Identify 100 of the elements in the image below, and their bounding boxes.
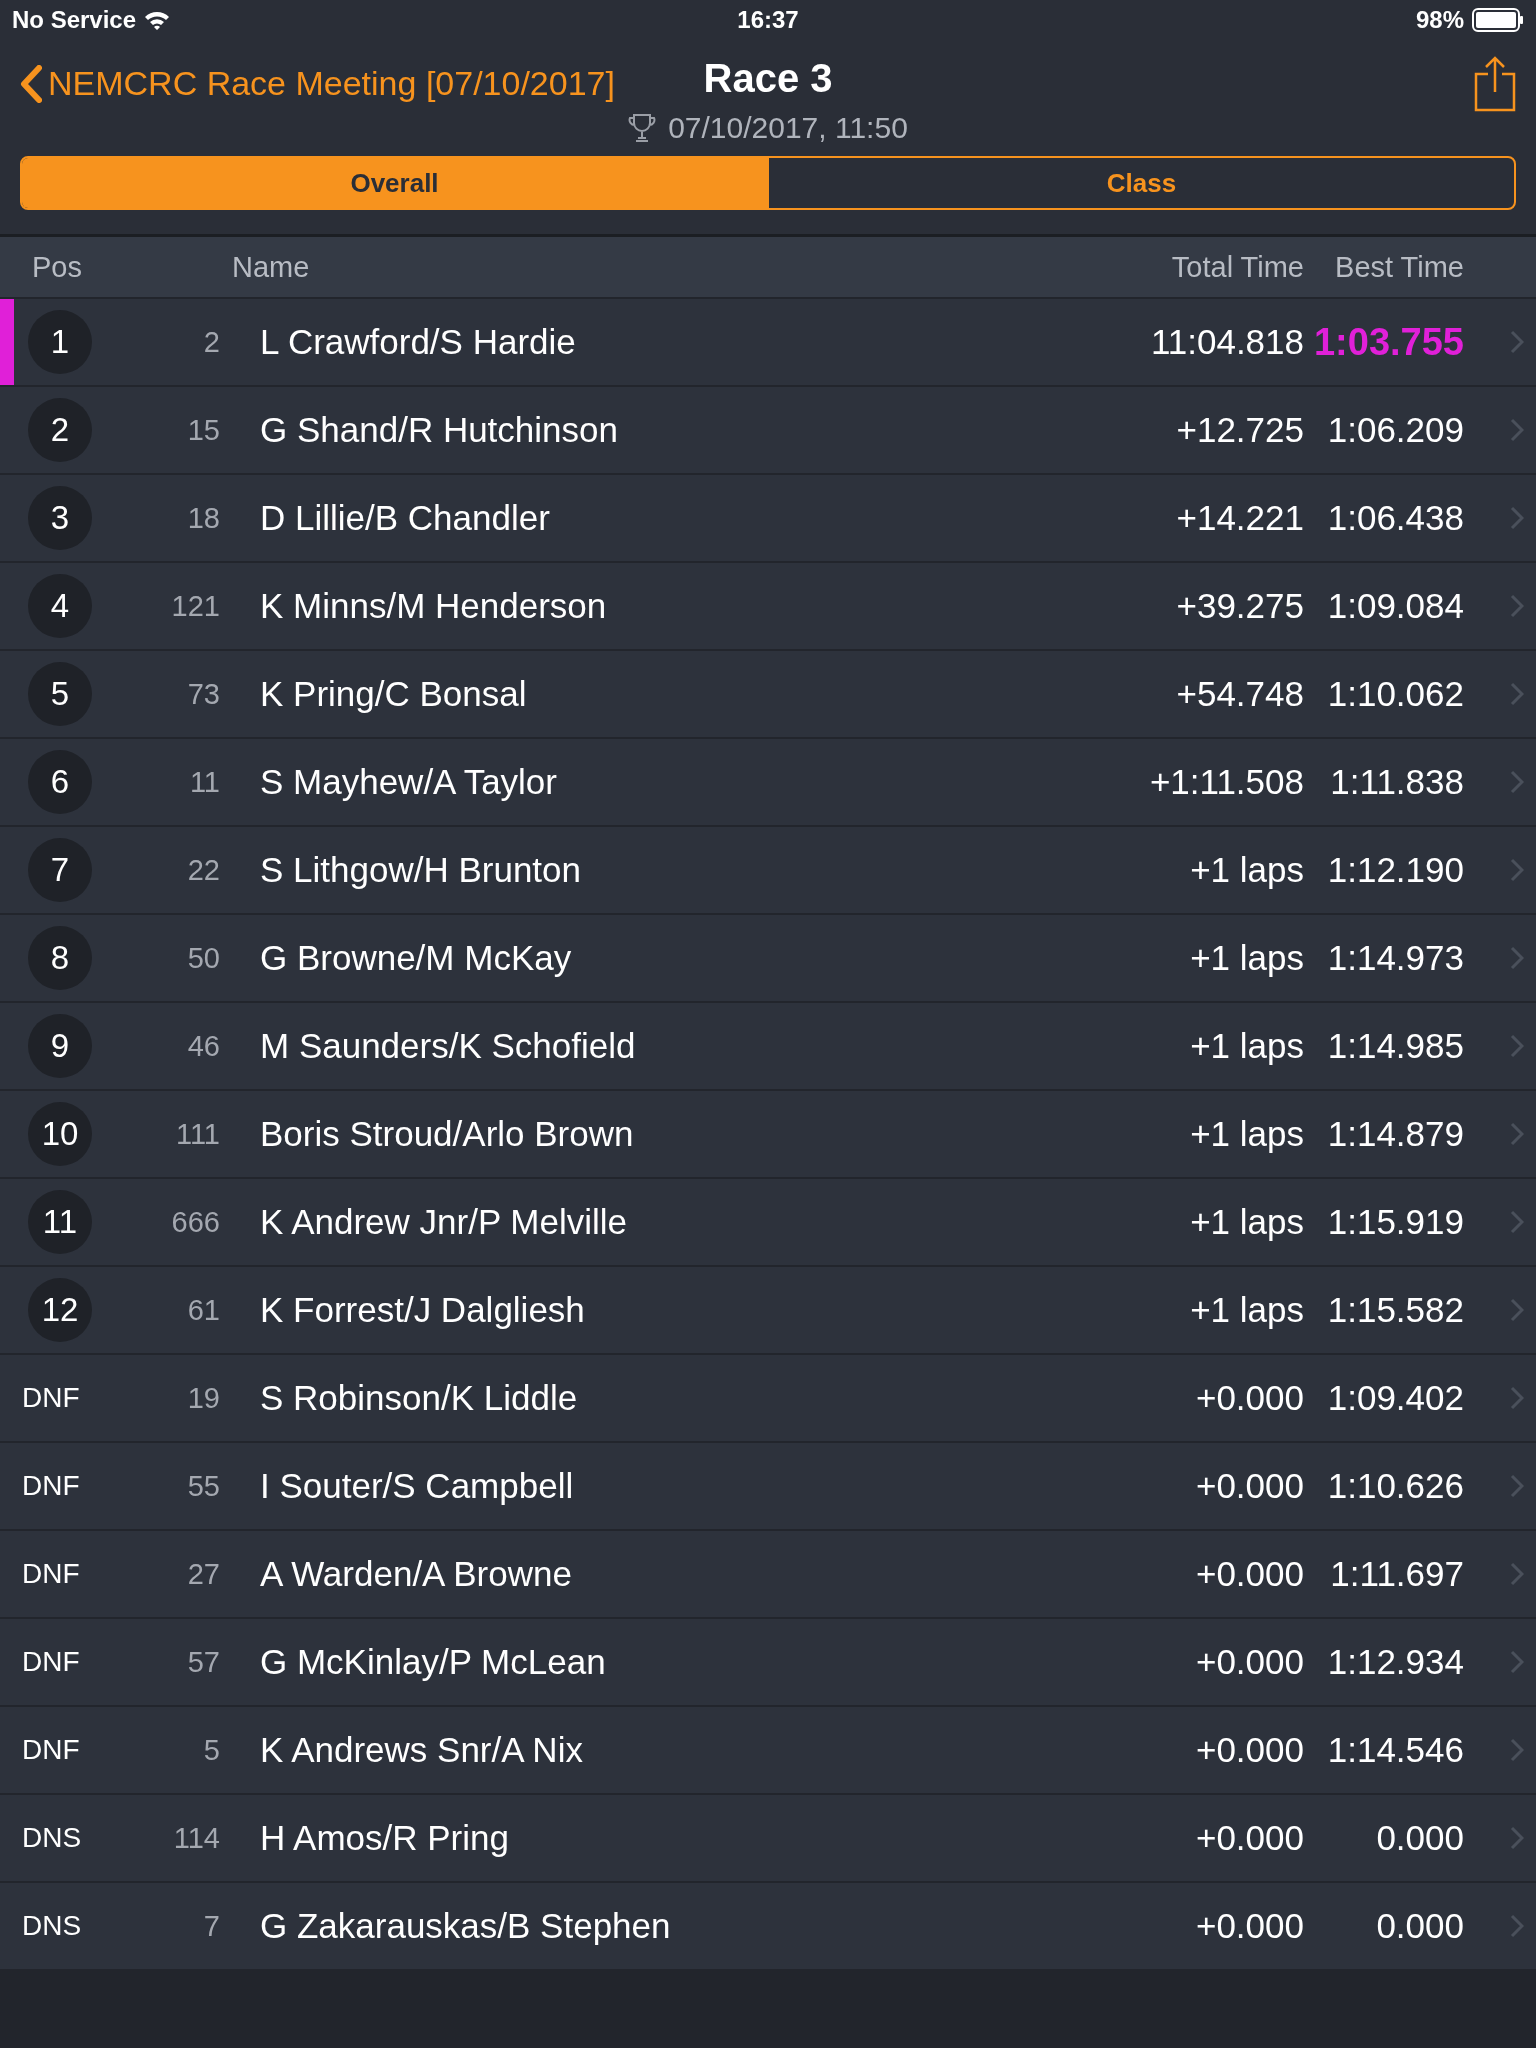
best-time: 1:03.755	[1314, 320, 1464, 364]
position-badge: 4	[28, 574, 92, 638]
back-chevron-icon	[20, 64, 42, 103]
result-row[interactable]: 11 666 K Andrew Jnr/P Melville +1 laps 1:15.919	[0, 1179, 1536, 1267]
best-time: 1:12.934	[1327, 1642, 1464, 1682]
best-time: 1:10.062	[1327, 674, 1464, 714]
total-time: +0.000	[1195, 1642, 1304, 1682]
best-time: 1:11.697	[1330, 1554, 1464, 1594]
position-badge: 6	[28, 750, 92, 814]
driver-names: H Amos/R Pring	[259, 1818, 510, 1858]
car-number: 114	[173, 1821, 220, 1855]
carrier-text: No Service	[12, 6, 137, 34]
result-row[interactable]: 7 22 S Lithgow/H Brunton +1 laps 1:12.190	[0, 827, 1536, 915]
car-number: 27	[187, 1557, 220, 1591]
car-number: 11	[189, 765, 220, 799]
total-time: +1 laps	[1190, 938, 1304, 978]
result-row[interactable]: 8 50 G Browne/M McKay +1 laps 1:14.973	[0, 915, 1536, 1003]
position-status: DNF	[22, 1558, 80, 1590]
result-row[interactable]: DNF 27 A Warden/A Browne +0.000 1:11.697	[0, 1531, 1536, 1619]
total-time: +54.748	[1176, 674, 1304, 714]
chevron-icon	[1510, 946, 1524, 970]
driver-names: K Forrest/J Dalgliesh	[259, 1290, 586, 1330]
result-row[interactable]: DNS 7 G Zakarauskas/B Stephen +0.000 0.000	[0, 1883, 1536, 1971]
total-time: +1 laps	[1190, 1114, 1304, 1154]
chevron-icon	[1510, 1034, 1524, 1058]
driver-names: S Mayhew/A Taylor	[259, 762, 558, 802]
position-status: DNS	[22, 1910, 82, 1942]
trophy-icon	[628, 113, 657, 143]
chevron-icon	[1510, 682, 1524, 706]
car-number: 46	[187, 1029, 220, 1063]
result-row[interactable]: 2 15 G Shand/R Hutchinson +12.725 1:06.209	[0, 387, 1536, 475]
car-number: 19	[187, 1381, 220, 1415]
total-time: +12.725	[1176, 410, 1304, 450]
driver-names: Boris Stroud/Arlo Brown	[259, 1114, 635, 1154]
chevron-icon	[1510, 1122, 1524, 1146]
chevron-icon	[1510, 506, 1524, 530]
result-row[interactable]: DNF 5 K Andrews Snr/A Nix +0.000 1:14.546	[0, 1707, 1536, 1795]
best-time: 1:14.973	[1327, 938, 1464, 978]
chevron-icon	[1510, 594, 1524, 618]
best-time: 1:14.985	[1327, 1026, 1464, 1066]
race-date: 07/10/2017, 11:50	[668, 111, 908, 145]
page-title: Race 3	[703, 56, 833, 101]
result-row[interactable]: DNF 19 S Robinson/K Liddle +0.000 1:09.402	[0, 1355, 1536, 1443]
car-number: 111	[175, 1117, 220, 1151]
total-time: +1 laps	[1190, 1026, 1304, 1066]
position-status: DNF	[22, 1646, 80, 1678]
result-row[interactable]: DNF 55 I Souter/S Campbell +0.000 1:10.626	[0, 1443, 1536, 1531]
back-link[interactable]: NEMCRC Race Meeting [07/10/2017]	[20, 64, 629, 103]
position-badge: 10	[28, 1102, 92, 1166]
result-row[interactable]: 1 2 L Crawford/S Hardie 11:04.818 1:03.755	[0, 299, 1536, 387]
best-time: 1:14.546	[1327, 1730, 1464, 1770]
chevron-icon	[1510, 1738, 1524, 1762]
driver-names: G McKinlay/P McLean	[259, 1642, 607, 1682]
column-header: Best Time	[1335, 250, 1464, 284]
driver-names: K Andrews Snr/A Nix	[259, 1730, 584, 1770]
chevron-icon	[1510, 1210, 1524, 1234]
car-number: 22	[187, 853, 220, 887]
car-number: 666	[171, 1205, 220, 1239]
total-time: +0.000	[1195, 1378, 1304, 1418]
driver-names: A Warden/A Browne	[259, 1554, 573, 1594]
best-time: 1:15.919	[1327, 1202, 1464, 1242]
chevron-icon	[1510, 1826, 1524, 1850]
result-row[interactable]: 5 73 K Pring/C Bonsal +54.748 1:10.062	[0, 651, 1536, 739]
result-row[interactable]: 3 18 D Lillie/B Chandler +14.221 1:06.438	[0, 475, 1536, 563]
segment-tab[interactable]: Overall	[22, 158, 767, 208]
chevron-icon	[1510, 1298, 1524, 1322]
best-time: 1:12.190	[1327, 850, 1464, 890]
total-time: +39.275	[1176, 586, 1304, 626]
best-time: 0.000	[1376, 1906, 1464, 1946]
segment-tab[interactable]: Class	[767, 158, 1514, 208]
best-time: 0.000	[1376, 1818, 1464, 1858]
clock-text: 16:37	[736, 6, 800, 34]
total-time: +1 laps	[1190, 850, 1304, 890]
position-status: DNF	[22, 1382, 80, 1414]
result-row[interactable]: 9 46 M Saunders/K Schofield +1 laps 1:14.985	[0, 1003, 1536, 1091]
total-time: +0.000	[1195, 1906, 1304, 1946]
best-time: 1:09.084	[1327, 586, 1464, 626]
car-number: 55	[187, 1469, 220, 1503]
driver-names: M Saunders/K Schofield	[259, 1026, 637, 1066]
total-time: +1 laps	[1190, 1290, 1304, 1330]
position-badge: 8	[28, 926, 92, 990]
chevron-icon	[1510, 330, 1524, 354]
result-row[interactable]: DNS 114 H Amos/R Pring +0.000 0.000	[0, 1795, 1536, 1883]
car-number: 15	[187, 413, 220, 447]
result-row[interactable]: 4 121 K Minns/M Henderson +39.275 1:09.084	[0, 563, 1536, 651]
result-row[interactable]: 12 61 K Forrest/J Dalgliesh +1 laps 1:15.582	[0, 1267, 1536, 1355]
result-row[interactable]: DNF 57 G McKinlay/P McLean +0.000 1:12.934	[0, 1619, 1536, 1707]
result-row[interactable]: 6 11 S Mayhew/A Taylor +1:11.508 1:11.838	[0, 739, 1536, 827]
car-number: 18	[187, 501, 220, 535]
driver-names: K Pring/C Bonsal	[259, 674, 528, 714]
car-number: 57	[187, 1645, 220, 1679]
best-time: 1:10.626	[1327, 1466, 1464, 1506]
car-number: 73	[187, 677, 220, 711]
best-time: 1:11.838	[1330, 762, 1464, 802]
result-row[interactable]: 10 111 Boris Stroud/Arlo Brown +1 laps 1:14.879	[0, 1091, 1536, 1179]
driver-names: K Minns/M Henderson	[259, 586, 608, 626]
position-badge: 5	[28, 662, 92, 726]
total-time: +0.000	[1195, 1554, 1304, 1594]
car-number: 7	[203, 1909, 220, 1943]
position-status: DNS	[22, 1822, 82, 1854]
